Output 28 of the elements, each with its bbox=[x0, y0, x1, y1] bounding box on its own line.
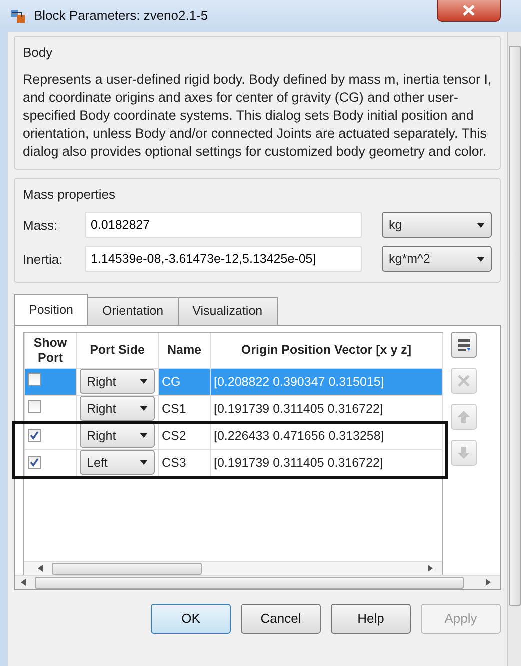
column-header: Port Side bbox=[76, 333, 158, 368]
description-text: Represents a user-defined rigid body. Body defined by mass m, inertia tensor I, and coordinate origins and axes for center of gravity (CG) and other user-specified Body coordinate systems. This dialog sets Body initial position and orientation, unless Body and/or connected Joints are actuated separately. This dialog also provides optional settings for customized body geometry and color. bbox=[23, 70, 492, 161]
table-cell: [0.208822 0.390347 0.315015] bbox=[210, 368, 442, 396]
column-header: Origin Position Vector [x y z] bbox=[210, 333, 442, 368]
field-label: Mass: bbox=[23, 216, 59, 235]
dialog-button[interactable]: Cancel bbox=[241, 604, 321, 634]
table-cell: CS2 bbox=[158, 422, 210, 450]
field-label: Inertia: bbox=[23, 250, 64, 269]
unit-dropdown[interactable]: kg bbox=[382, 212, 492, 238]
unit-dropdown[interactable]: kg*m^2 bbox=[382, 246, 492, 272]
table-cell: [0.226433 0.471656 0.313258] bbox=[210, 422, 442, 450]
tab[interactable]: Position bbox=[14, 294, 88, 326]
text-field[interactable]: 0.0182827 bbox=[85, 212, 362, 238]
column-header: Name bbox=[158, 333, 210, 368]
port-side-dropdown[interactable]: Right bbox=[80, 369, 155, 394]
column-header: Show Port bbox=[24, 333, 76, 368]
group-title: Mass properties bbox=[23, 186, 116, 204]
window-title: Block Parameters: zveno2.1-5 bbox=[34, 7, 208, 26]
port-side-dropdown[interactable]: Left bbox=[80, 450, 155, 476]
table-cell: CG bbox=[158, 368, 210, 396]
dialog-button[interactable]: OK bbox=[151, 604, 231, 634]
tab[interactable]: Orientation bbox=[87, 297, 179, 326]
text-field[interactable]: 1.14539e-08,-3.61473e-12,5.13425e-05] bbox=[85, 246, 362, 272]
port-side-dropdown[interactable]: Right bbox=[80, 423, 155, 448]
port-side-dropdown[interactable]: Right bbox=[80, 396, 155, 422]
group-title: Body bbox=[23, 44, 53, 62]
dialog-button[interactable]: Help bbox=[331, 604, 411, 634]
tab[interactable]: Visualization bbox=[178, 297, 278, 326]
